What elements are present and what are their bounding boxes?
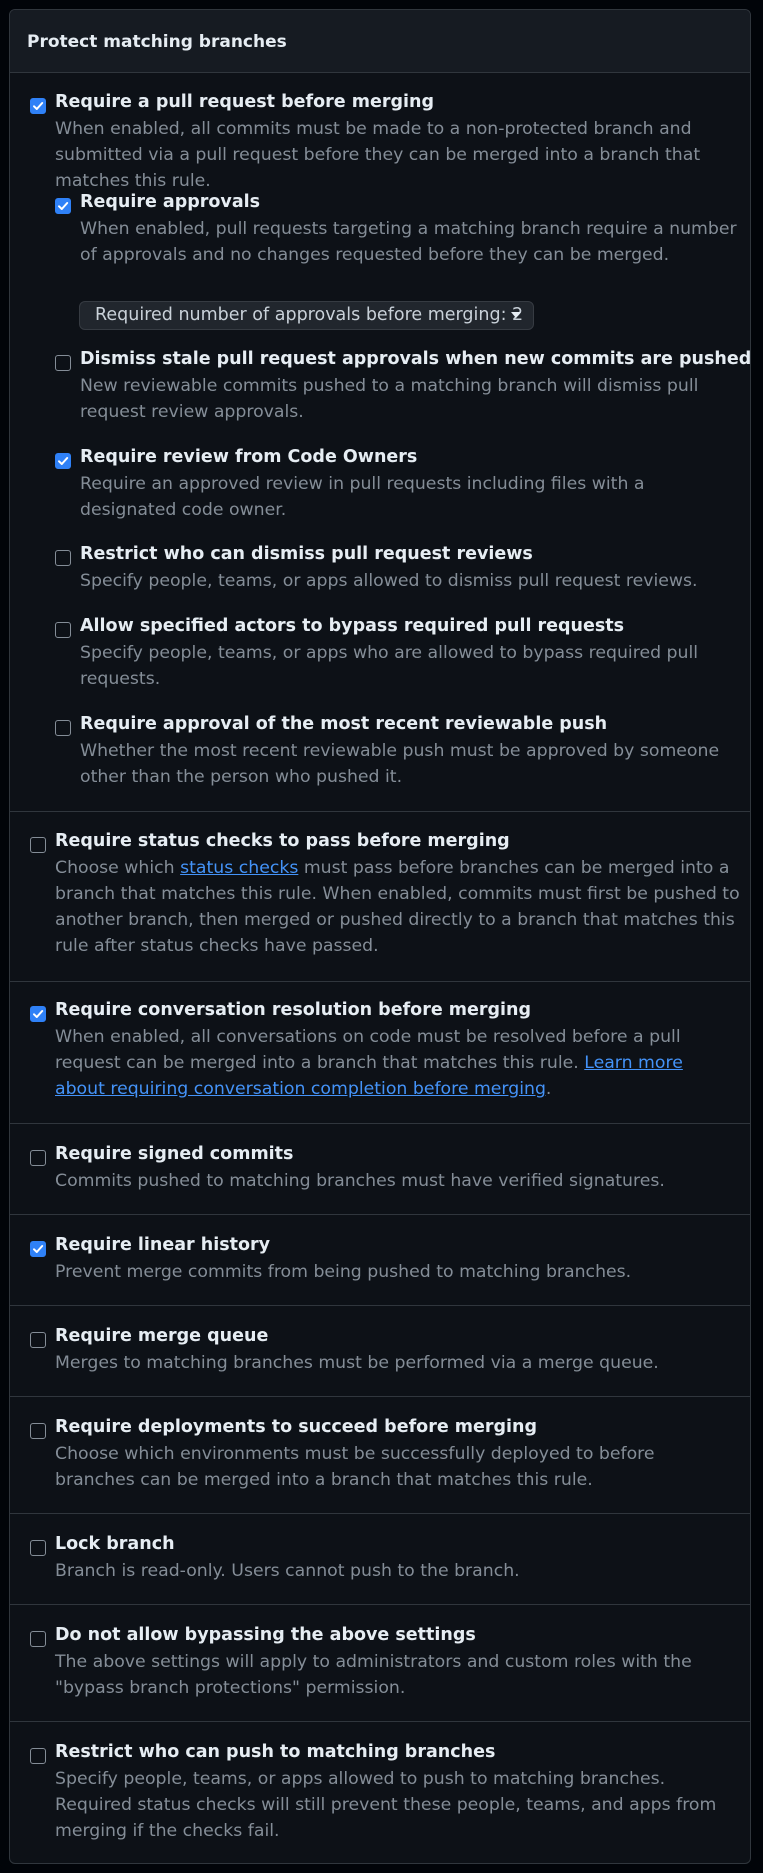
checkmark-icon [33, 102, 44, 110]
bypass-actors-checkbox[interactable] [55, 622, 71, 638]
code-owners-checkbox[interactable] [55, 453, 71, 469]
linear-history-desc: Prevent merge commits from being pushed … [55, 1262, 632, 1282]
deployments-checkbox[interactable] [30, 1423, 46, 1439]
require-pr-label[interactable]: Require a pull request before merging [55, 90, 434, 114]
approvals-count-label: Required number of approvals before merg… [95, 305, 524, 325]
restrict-push-label[interactable]: Restrict who can push to matching branch… [55, 1740, 495, 1764]
restrict-dismiss-checkbox[interactable] [55, 550, 71, 566]
section-divider [10, 1214, 750, 1215]
panel-title: Protect matching branches [27, 32, 287, 52]
status-checks-desc-text: Choose which [55, 858, 181, 878]
bypass-actors-label[interactable]: Allow specified actors to bypass require… [80, 614, 624, 638]
section-divider [10, 1721, 750, 1722]
restrict-push-checkbox[interactable] [30, 1748, 46, 1764]
dismiss-stale-checkbox[interactable] [55, 355, 71, 371]
lock-branch-checkbox[interactable] [30, 1540, 46, 1556]
checkmark-icon [33, 1010, 44, 1018]
deployments-desc: Choose which environments must be succes… [55, 1444, 655, 1490]
section-divider [10, 811, 750, 812]
dismiss-stale-label[interactable]: Dismiss stale pull request approvals whe… [80, 347, 750, 371]
no-bypass-checkbox[interactable] [30, 1631, 46, 1647]
status-checks-link[interactable]: status checks [180, 858, 298, 878]
section-divider [10, 1123, 750, 1124]
signed-commits-checkbox[interactable] [30, 1150, 46, 1166]
signed-commits-label[interactable]: Require signed commits [55, 1142, 293, 1166]
restrict-dismiss-desc: Specify people, teams, or apps allowed t… [80, 571, 698, 591]
section-divider [10, 1305, 750, 1306]
no-bypass-label[interactable]: Do not allow bypassing the above setting… [55, 1623, 476, 1647]
section-divider [10, 1513, 750, 1514]
merge-queue-checkbox[interactable] [30, 1332, 46, 1348]
branch-protection-panel: Protect matching branches Require a pull… [9, 9, 751, 1864]
recent-push-checkbox[interactable] [55, 720, 71, 736]
linear-history-label[interactable]: Require linear history [55, 1233, 270, 1257]
merge-queue-desc: Merges to matching branches must be perf… [55, 1353, 659, 1373]
lock-branch-label[interactable]: Lock branch [55, 1532, 175, 1556]
chevron-down-icon [511, 312, 521, 318]
section-divider [10, 1396, 750, 1397]
deployments-label[interactable]: Require deployments to succeed before me… [55, 1415, 537, 1439]
merge-queue-label[interactable]: Require merge queue [55, 1324, 268, 1348]
conversation-resolution-desc: When enabled, all conversations on code … [55, 1024, 735, 1102]
checkmark-icon [58, 457, 69, 465]
conversation-resolution-checkbox[interactable] [30, 1006, 46, 1022]
recent-push-desc: Whether the most recent reviewable push … [80, 741, 720, 787]
require-approvals-checkbox[interactable] [55, 198, 71, 214]
status-checks-desc: Choose which status checks must pass bef… [55, 855, 745, 959]
status-checks-checkbox[interactable] [30, 837, 46, 853]
section-divider [10, 1604, 750, 1605]
status-checks-label[interactable]: Require status checks to pass before mer… [55, 829, 510, 853]
no-bypass-desc: The above settings will apply to adminis… [55, 1652, 692, 1698]
conversation-resolution-label[interactable]: Require conversation resolution before m… [55, 998, 531, 1022]
require-pr-checkbox[interactable] [30, 98, 46, 114]
dismiss-stale-desc: New reviewable commits pushed to a match… [80, 376, 699, 422]
lock-branch-desc: Branch is read-only. Users cannot push t… [55, 1561, 520, 1581]
section-divider [10, 981, 750, 982]
code-owners-desc: Require an approved review in pull reque… [80, 474, 645, 520]
bypass-actors-desc: Specify people, teams, or apps who are a… [80, 643, 699, 689]
approvals-count-select[interactable]: Required number of approvals before merg… [79, 301, 534, 330]
panel-header: Protect matching branches [10, 10, 750, 73]
restrict-dismiss-label[interactable]: Restrict who can dismiss pull request re… [80, 542, 533, 566]
restrict-push-desc: Specify people, teams, or apps allowed t… [55, 1769, 717, 1841]
require-approvals-desc: When enabled, pull requests targeting a … [80, 219, 737, 265]
code-owners-label[interactable]: Require review from Code Owners [80, 445, 417, 469]
linear-history-checkbox[interactable] [30, 1241, 46, 1257]
checkmark-icon [33, 1245, 44, 1253]
recent-push-label[interactable]: Require approval of the most recent revi… [80, 712, 607, 736]
signed-commits-desc: Commits pushed to matching branches must… [55, 1171, 665, 1191]
checkmark-icon [58, 202, 69, 210]
require-pr-desc: When enabled, all commits must be made t… [55, 119, 701, 191]
require-approvals-label[interactable]: Require approvals [80, 190, 260, 214]
conversation-desc-text-rest: . [545, 1079, 552, 1099]
